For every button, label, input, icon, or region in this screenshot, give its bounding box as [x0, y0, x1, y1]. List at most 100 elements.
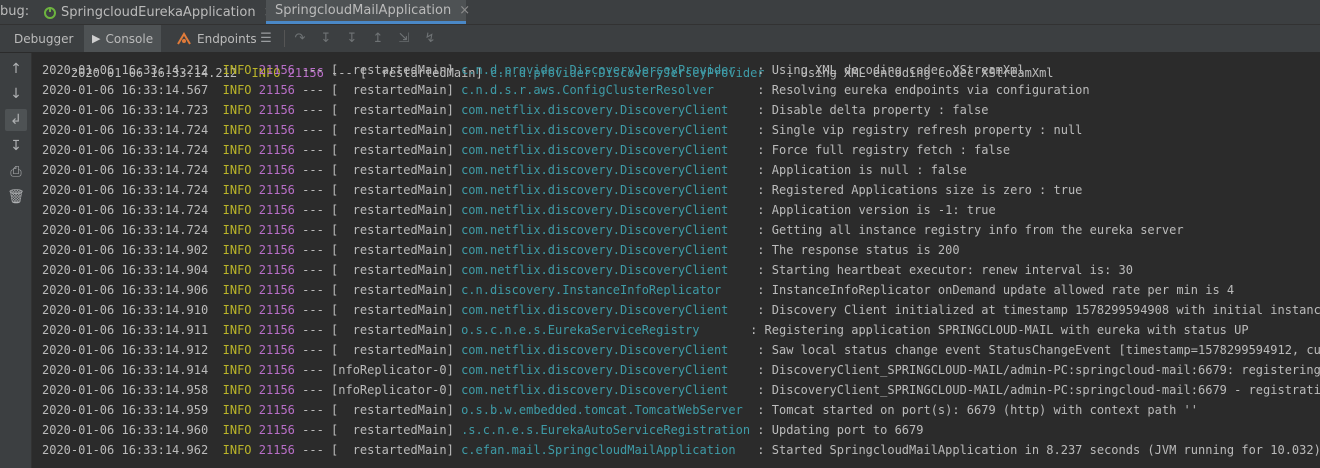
log-message: : DiscoveryClient_SPRINGCLOUD-MAIL/admin…	[757, 363, 1320, 377]
log-level: INFO	[222, 343, 252, 357]
log-pid: 21156	[258, 343, 295, 357]
log-thread: restartedMain]	[338, 183, 454, 197]
log-timestamp: 2020-01-06 16:33:14.724	[42, 183, 209, 197]
tab-endpoints[interactable]: Endpoints	[170, 25, 263, 52]
log-separator: --- [	[302, 423, 339, 437]
log-separator: --- [	[302, 223, 339, 237]
log-thread: restartedMain]	[338, 343, 454, 357]
tab-label: Endpoints	[197, 31, 257, 46]
log-separator: --- [	[302, 123, 339, 137]
log-timestamp: 2020-01-06 16:33:14.724	[42, 223, 209, 237]
log-message: : Starting heartbeat executor: renew int…	[757, 263, 1133, 277]
step-over-icon[interactable]: ↧	[318, 30, 334, 46]
log-pid: 21156	[258, 443, 295, 457]
log-level: INFO	[222, 323, 252, 337]
log-level: INFO	[222, 443, 252, 457]
tab-label: Console	[105, 31, 154, 46]
log-separator: --- [	[302, 83, 339, 97]
log-pid: 21156	[258, 243, 295, 257]
log-logger: o.s.b.w.embedded.tomcat.TomcatWebServer	[461, 403, 751, 417]
log-message: : Tomcat started on port(s): 6679 (http)…	[757, 403, 1198, 417]
console-line: 2020-01-06 16:33:14.724 INFO 21156 --- […	[42, 180, 1082, 200]
console-line: 2020-01-06 16:33:14.962 INFO 21156 --- […	[42, 440, 1320, 460]
log-separator: --- [	[302, 203, 339, 217]
scroll-up-icon[interactable]: ↑	[5, 58, 27, 80]
run-to-cursor-icon[interactable]: ⇲	[396, 30, 412, 46]
log-logger: com.netflix.discovery.DiscoveryClient	[461, 363, 751, 377]
log-timestamp: 2020-01-06 16:33:14.724	[42, 163, 209, 177]
log-timestamp: 2020-01-06 16:33:14.567	[42, 83, 209, 97]
log-logger: c.n.d.s.r.aws.ConfigClusterResolver	[461, 83, 751, 97]
layout-icon[interactable]: ☰	[258, 30, 274, 46]
debug-tab-bar: bug: SpringcloudEurekaApplication × Spri…	[0, 0, 1320, 25]
log-logger: com.netflix.discovery.DiscoveryClient	[461, 183, 751, 197]
log-logger: com.netflix.discovery.DiscoveryClient	[461, 243, 751, 257]
log-level: INFO	[222, 303, 252, 317]
show-execution-point-icon[interactable]: ↷	[292, 30, 308, 46]
log-logger: o.s.c.n.e.s.EurekaServiceRegistry	[461, 323, 743, 337]
log-level: INFO	[222, 243, 252, 257]
log-separator: --- [	[302, 363, 339, 377]
log-message: : Discovery Client initialized at timest…	[757, 303, 1320, 317]
tab-springcloud-mail-application[interactable]: SpringcloudMailApplication ×	[266, 0, 470, 24]
tab-console[interactable]: ▶ Console	[84, 25, 162, 52]
log-timestamp: 2020-01-06 16:33:14.724	[42, 143, 209, 157]
scroll-to-end-icon[interactable]: ↧	[5, 135, 27, 157]
close-icon[interactable]: ×	[459, 3, 470, 18]
log-logger: com.netflix.discovery.DiscoveryClient	[461, 383, 751, 397]
log-logger: com.netflix.discovery.DiscoveryClient	[461, 103, 751, 117]
log-logger: .s.c.n.e.s.EurekaAutoServiceRegistration	[461, 423, 751, 437]
log-message: : Disable delta property : false	[757, 103, 989, 117]
tab-debugger[interactable]: Debugger	[8, 25, 79, 52]
log-message: : The response status is 200	[757, 243, 960, 257]
log-thread: restartedMain]	[338, 163, 454, 177]
log-message: : Registering application SPRINGCLOUD-MA…	[750, 323, 1249, 337]
log-timestamp: 2020-01-06 16:33:14.959	[42, 403, 209, 417]
console-line: 2020-01-06 16:33:14.724 INFO 21156 --- […	[42, 120, 1082, 140]
log-thread: restartedMain]	[338, 423, 454, 437]
log-timestamp: 2020-01-06 16:33:14.724	[42, 123, 209, 137]
clear-all-icon[interactable]: 🗑	[5, 186, 27, 208]
log-pid: 21156	[258, 83, 295, 97]
log-pid: 21156	[258, 163, 295, 177]
log-separator: --- [	[302, 143, 339, 157]
log-separator: --- [	[302, 163, 339, 177]
log-separator: --- [	[302, 263, 339, 277]
log-pid: 21156	[258, 103, 295, 117]
log-timestamp: 2020-01-06 16:33:14.904	[42, 263, 209, 277]
step-into-icon[interactable]: ↧	[344, 30, 360, 46]
console-line: 2020-01-06 16:33:14.724 INFO 21156 --- […	[42, 160, 967, 180]
log-message: : InstanceInfoReplicator onDemand update…	[757, 283, 1235, 297]
log-separator: --- [	[302, 283, 339, 297]
console-side-toolbar: ↑ ↓ ↲ ↧ ⎙ 🗑	[0, 53, 32, 468]
step-out-icon[interactable]: ↥	[370, 30, 386, 46]
toolbar-separator	[284, 30, 285, 47]
log-message: : Single vip registry refresh property :…	[757, 123, 1083, 137]
log-pid: 21156	[258, 183, 295, 197]
log-pid: 21156	[258, 223, 295, 237]
log-pid: 21156	[258, 283, 295, 297]
debug-label: bug:	[0, 4, 30, 19]
log-level: INFO	[222, 143, 252, 157]
console-output[interactable]: 2020-01-06 16:33:14.212 INFO 21156 --- […	[32, 53, 1320, 468]
console-line: 2020-01-06 16:33:14.902 INFO 21156 --- […	[42, 240, 960, 260]
console-line: 2020-01-06 16:33:14.724 INFO 21156 --- […	[42, 200, 996, 220]
scroll-down-icon[interactable]: ↓	[5, 83, 27, 105]
tab-label: SpringcloudEurekaApplication	[61, 4, 256, 20]
log-thread: restartedMain]	[338, 443, 454, 457]
log-logger: com.netflix.discovery.DiscoveryClient	[461, 123, 751, 137]
console-line: 2020-01-06 16:33:14.724 INFO 21156 --- […	[42, 140, 1010, 160]
log-level: INFO	[222, 83, 252, 97]
log-pid: 21156	[258, 383, 295, 397]
console-line: 2020-01-06 16:33:14.958 INFO 21156 --- […	[42, 380, 1320, 400]
log-logger: com.netflix.discovery.DiscoveryClient	[461, 343, 751, 357]
log-level: INFO	[222, 63, 252, 77]
soft-wrap-icon[interactable]: ↲	[5, 109, 27, 131]
log-separator: --- [	[302, 343, 339, 357]
evaluate-expression-icon[interactable]: ↯	[422, 30, 438, 46]
tab-springcloud-eureka-application[interactable]: SpringcloudEurekaApplication ×	[38, 0, 280, 24]
log-thread: nfoReplicator-0]	[338, 383, 454, 397]
log-level: INFO	[222, 263, 252, 277]
log-message: : Resolving eureka endpoints via configu…	[757, 83, 1090, 97]
print-icon[interactable]: ⎙	[5, 161, 27, 183]
